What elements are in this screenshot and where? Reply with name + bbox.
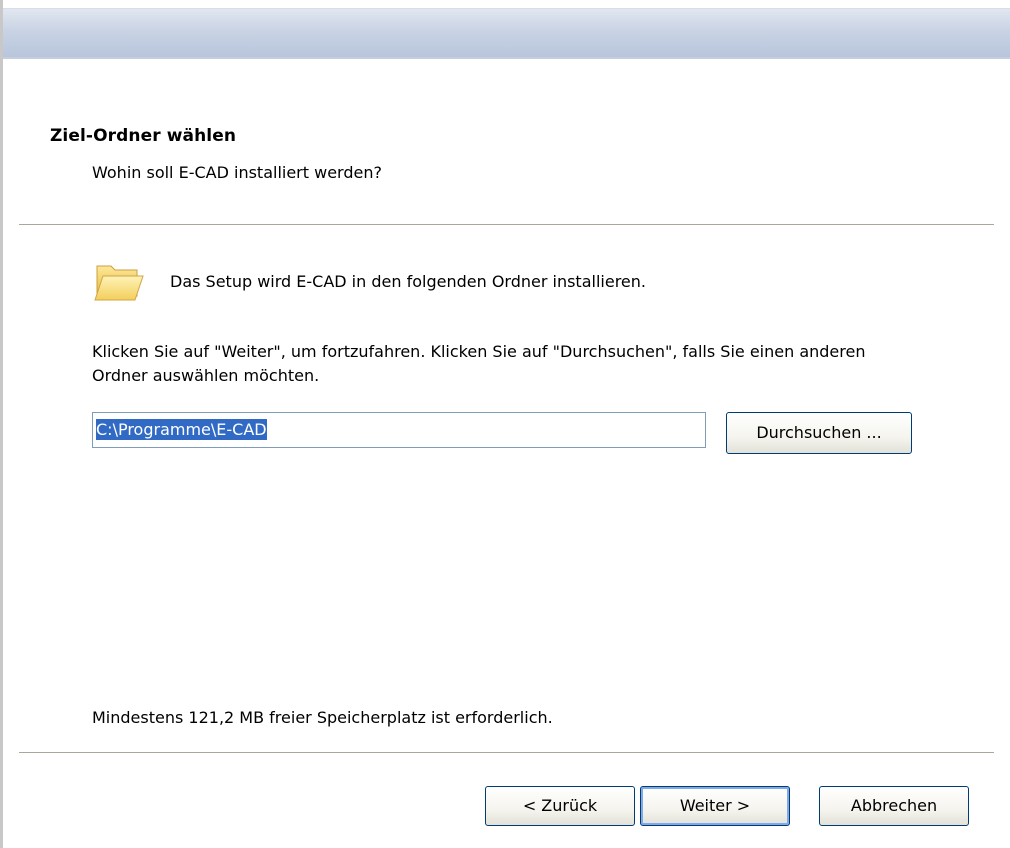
title-bar xyxy=(3,8,1010,57)
cancel-button-label: Abbrechen xyxy=(850,796,938,815)
next-button[interactable]: Weiter > xyxy=(640,786,790,826)
next-button-label: Weiter > xyxy=(679,796,751,815)
disk-space-text: Mindestens 121,2 MB freier Speicherplatz… xyxy=(92,708,553,727)
folder-icon xyxy=(94,265,144,301)
install-path-input[interactable]: C:\Programme\E-CAD xyxy=(92,412,706,448)
page-subtitle: Wohin soll E-CAD installiert werden? xyxy=(92,163,382,182)
page-title: Ziel-Ordner wählen xyxy=(50,126,237,146)
browse-button-label: Durchsuchen ... xyxy=(756,423,882,442)
back-button-label: < Zurück xyxy=(522,796,598,815)
footer-divider xyxy=(19,752,994,754)
install-info-text: Das Setup wird E-CAD in den folgenden Or… xyxy=(170,272,646,291)
install-path-value: C:\Programme\E-CAD xyxy=(96,419,267,440)
back-button[interactable]: < Zurück xyxy=(485,786,635,826)
title-separator xyxy=(3,57,1010,59)
instructions-text: Klicken Sie auf "Weiter", um fortzufahre… xyxy=(92,342,866,385)
browse-button[interactable]: Durchsuchen ... xyxy=(726,412,912,454)
cancel-button[interactable]: Abbrechen xyxy=(819,786,969,826)
header-divider xyxy=(19,224,994,226)
setup-wizard-window: Ziel-Ordner wählen Wohin soll E-CAD inst… xyxy=(0,0,1010,848)
